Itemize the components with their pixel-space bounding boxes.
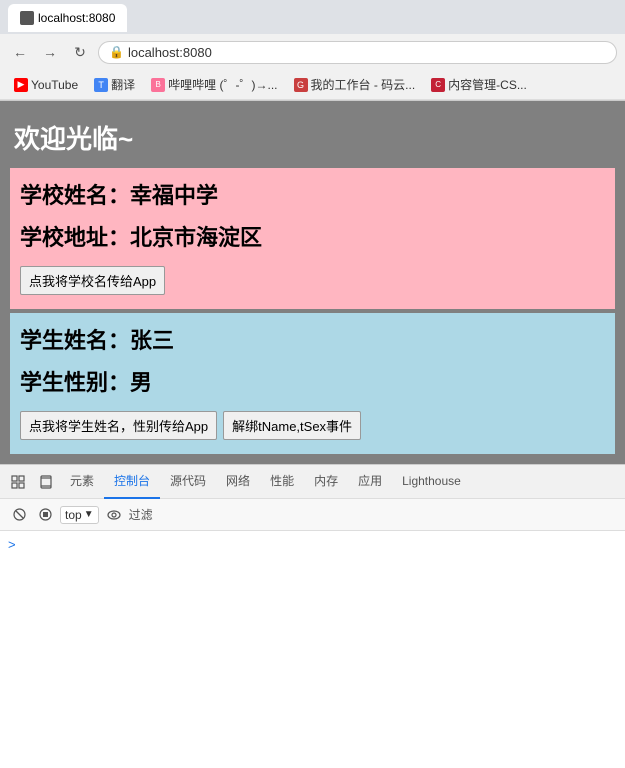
devtools-tab-console[interactable]: 控制台 bbox=[104, 465, 160, 499]
school-section: 学校姓名：幸福中学 学校地址：北京市海淀区 点我将学校名传给App bbox=[10, 168, 615, 309]
browser-tab[interactable]: localhost:8080 bbox=[8, 4, 127, 32]
address-bar[interactable]: 🔒 localhost:8080 bbox=[98, 41, 617, 64]
top-context-label: top bbox=[65, 508, 82, 522]
student-btn1[interactable]: 点我将学生姓名，性别传给App bbox=[20, 411, 217, 440]
console-prompt: > bbox=[8, 537, 617, 552]
student-name: 学生姓名：张三 bbox=[20, 323, 605, 355]
bookmark-youtube-label: YouTube bbox=[31, 78, 78, 92]
bookmark-item-bilibili[interactable]: B 哔哩哔哩 (゜-゜)→... bbox=[145, 74, 283, 95]
devtools-tab-network[interactable]: 网络 bbox=[216, 465, 260, 499]
student-gender: 学生性别：男 bbox=[20, 365, 605, 397]
devtools-tab-application[interactable]: 应用 bbox=[348, 465, 392, 499]
url-text: localhost:8080 bbox=[128, 45, 212, 60]
devtools-tabs: 元素 控制台 源代码 网络 性能 内存 应用 Lighthouse bbox=[0, 465, 625, 499]
school-address: 学校地址：北京市海淀区 bbox=[20, 220, 605, 252]
youtube-favicon: ▶ bbox=[14, 78, 28, 92]
console-caret: > bbox=[8, 537, 16, 552]
back-button[interactable]: ← bbox=[8, 40, 32, 64]
gitee-favicon: G bbox=[294, 78, 308, 92]
bookmark-item-csdn[interactable]: C 内容管理-CS... bbox=[425, 74, 533, 95]
student-btn-row: 点我将学生姓名，性别传给App 解绑tName,tSex事件 bbox=[20, 411, 605, 440]
browser-chrome: localhost:8080 ← → ↻ 🔒 localhost:8080 ▶ … bbox=[0, 0, 625, 101]
translate-favicon: T bbox=[94, 78, 108, 92]
bilibili-favicon: B bbox=[151, 78, 165, 92]
lock-icon: 🔒 bbox=[109, 45, 124, 59]
devtools-panel: 元素 控制台 源代码 网络 性能 内存 应用 Lighthouse bbox=[0, 464, 625, 651]
tab-favicon bbox=[20, 11, 34, 25]
school-btn[interactable]: 点我将学校名传给App bbox=[20, 266, 165, 295]
console-eye-btn[interactable] bbox=[103, 504, 125, 526]
dropdown-arrow-icon: ▼ bbox=[84, 509, 94, 520]
bookmark-item-youtube[interactable]: ▶ YouTube bbox=[8, 76, 84, 94]
csdn-favicon: C bbox=[431, 78, 445, 92]
devtools-tab-performance[interactable]: 性能 bbox=[260, 465, 304, 499]
bookmark-translate-label: 翻译 bbox=[111, 76, 135, 93]
devtools-tab-elements[interactable]: 元素 bbox=[60, 465, 104, 499]
devtools-tab-sources[interactable]: 源代码 bbox=[160, 465, 216, 499]
page-content: 欢迎光临~ 学校姓名：幸福中学 学校地址：北京市海淀区 点我将学校名传给App … bbox=[0, 101, 625, 464]
welcome-title: 欢迎光临~ bbox=[14, 119, 611, 156]
bookmark-item-gitee[interactable]: G 我的工作台 - 码云... bbox=[288, 74, 422, 95]
devtools-device-btn[interactable] bbox=[32, 468, 60, 496]
devtools-console: > bbox=[0, 531, 625, 651]
nav-bar: ← → ↻ 🔒 localhost:8080 bbox=[0, 34, 625, 70]
top-context-dropdown[interactable]: top ▼ bbox=[60, 506, 99, 524]
console-stop-btn[interactable] bbox=[34, 504, 56, 526]
bookmarks-bar: ▶ YouTube T 翻译 B 哔哩哔哩 (゜-゜)→... G 我的工作台 … bbox=[0, 70, 625, 100]
bookmark-csdn-label: 内容管理-CS... bbox=[448, 76, 527, 93]
bookmark-gitee-label: 我的工作台 - 码云... bbox=[311, 76, 416, 93]
console-clear-btn[interactable] bbox=[8, 504, 30, 526]
devtools-tab-lighthouse[interactable]: Lighthouse bbox=[392, 465, 471, 499]
devtools-tab-memory[interactable]: 内存 bbox=[304, 465, 348, 499]
bookmark-item-translate[interactable]: T 翻译 bbox=[88, 74, 141, 95]
devtools-inspect-btn[interactable] bbox=[4, 468, 32, 496]
filter-label: 过滤 bbox=[129, 506, 153, 523]
forward-button[interactable]: → bbox=[38, 40, 62, 64]
tab-title: localhost:8080 bbox=[38, 11, 115, 25]
tabs-bar: localhost:8080 bbox=[0, 0, 625, 34]
student-section: 学生姓名：张三 学生性别：男 点我将学生姓名，性别传给App 解绑tName,t… bbox=[10, 313, 615, 454]
bookmark-bilibili-label: 哔哩哔哩 (゜-゜)→... bbox=[168, 76, 277, 93]
reload-button[interactable]: ↻ bbox=[68, 40, 92, 64]
devtools-toolbar: top ▼ 过滤 bbox=[0, 499, 625, 531]
student-btn2[interactable]: 解绑tName,tSex事件 bbox=[223, 411, 361, 440]
welcome-section: 欢迎光临~ bbox=[10, 111, 615, 168]
school-name: 学校姓名：幸福中学 bbox=[20, 178, 605, 210]
console-filter-input[interactable] bbox=[157, 508, 617, 522]
